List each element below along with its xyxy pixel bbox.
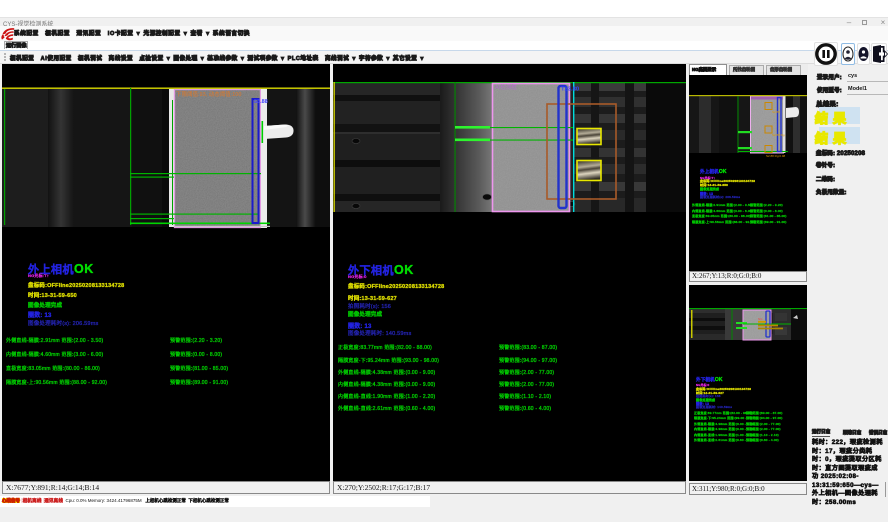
svg-text:S2.88 Rg: S2.88 Rg (772, 133, 785, 137)
svg-text:53.88: 53.88 (254, 99, 268, 105)
svg-text:下限阈值:93, 动态阈值:100: 下限阈值:93, 动态阈值:100 (176, 90, 241, 98)
svg-text:T23.80: T23.80 (561, 87, 579, 93)
svg-text:S2.88: S2.88 (772, 110, 780, 114)
svg-text:S2.88 Rg:0.98: S2.88 Rg:0.98 (766, 154, 786, 158)
svg-text:NG: NG (758, 317, 763, 321)
svg-text:AI检测框: AI检测框 (495, 83, 517, 91)
